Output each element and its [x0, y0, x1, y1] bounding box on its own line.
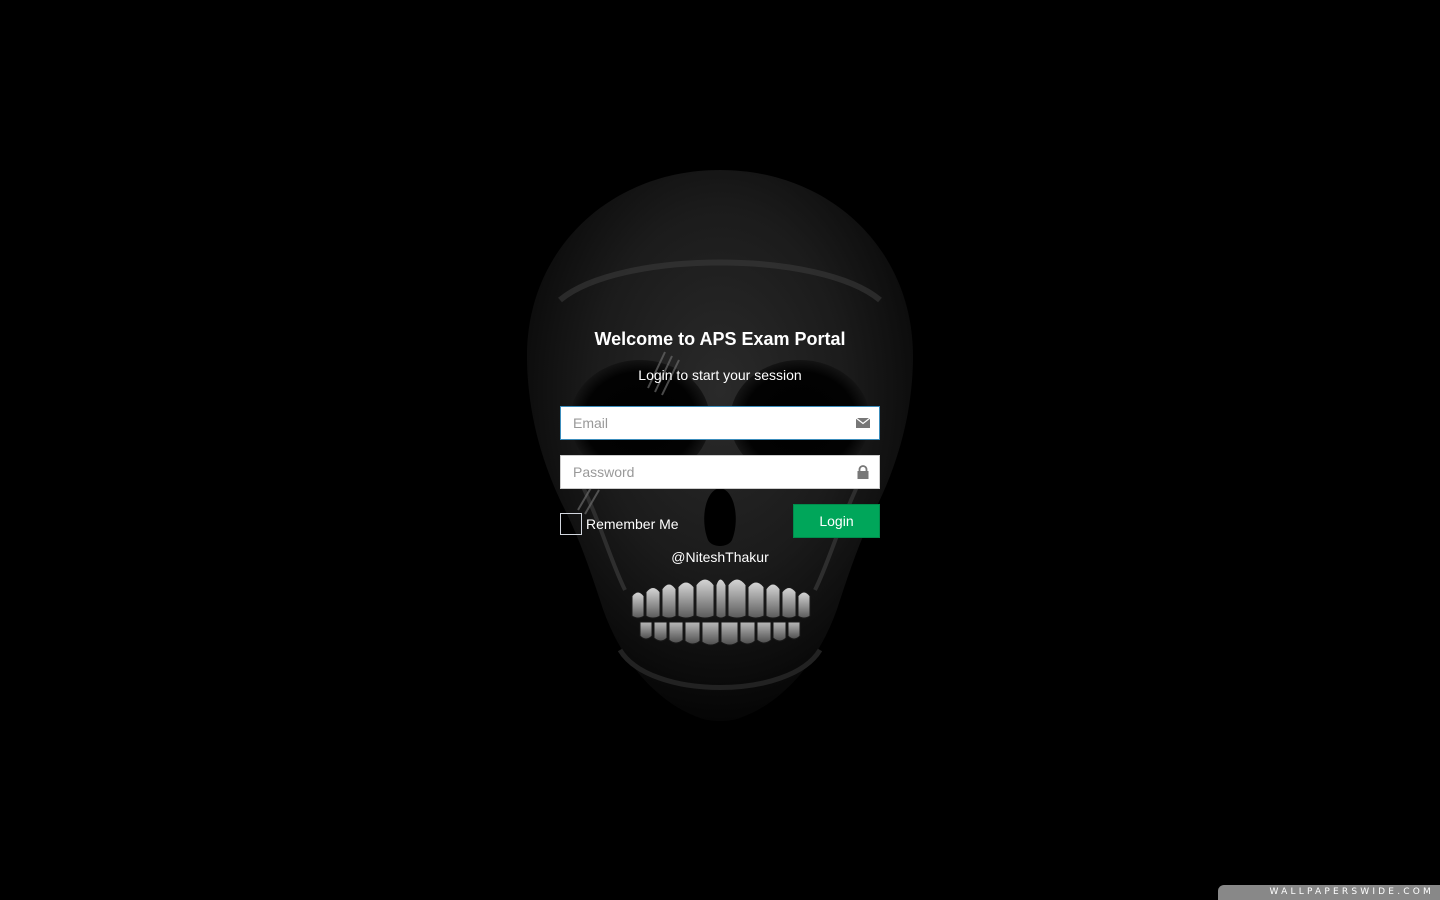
remember-me-label: Remember Me	[586, 516, 679, 532]
login-page: Welcome to APS Exam Portal Login to star…	[0, 0, 1440, 900]
watermark: WALLPAPERSWIDE.COM	[1218, 885, 1440, 900]
author-credit: @NiteshThakur	[671, 549, 769, 565]
remember-me[interactable]: Remember Me	[560, 513, 679, 535]
login-actions: Remember Me Login	[560, 504, 880, 538]
password-field-group	[560, 455, 880, 489]
login-subtitle: Login to start your session	[638, 367, 802, 383]
page-title: Welcome to APS Exam Portal	[594, 329, 846, 349]
password-field[interactable]	[560, 455, 880, 489]
envelope-icon	[856, 417, 870, 428]
login-button[interactable]: Login	[793, 504, 880, 538]
remember-me-checkbox[interactable]	[560, 513, 582, 535]
lock-icon	[857, 465, 869, 479]
email-field-group	[560, 406, 880, 440]
login-box: Welcome to APS Exam Portal Login to star…	[560, 320, 880, 566]
email-field[interactable]	[560, 406, 880, 440]
